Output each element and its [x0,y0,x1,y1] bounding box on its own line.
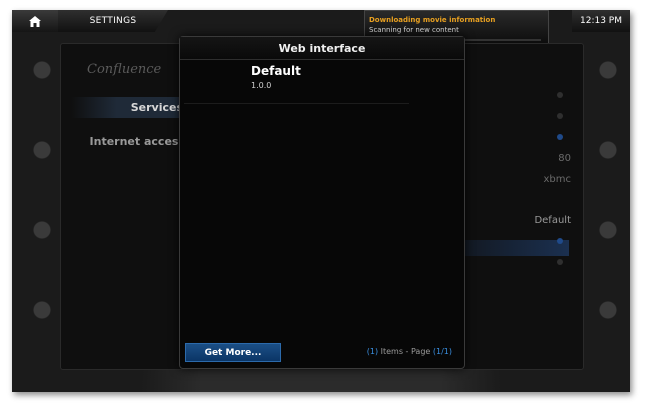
item-version: 1.0.0 [251,81,272,90]
home-button[interactable] [12,10,59,32]
item-name: Default [251,64,301,78]
counter-mid: Items - Page [378,347,433,356]
item-counter: (1) Items - Page (1/1) [367,347,452,356]
toggle-indicator[interactable] [557,238,563,244]
web-interface-value[interactable]: Default [511,215,571,226]
page-close: ) [448,347,452,356]
dialog-title: Web interface [180,37,464,60]
toggle-indicator[interactable] [557,134,563,140]
list-item[interactable]: Default 1.0.0 [184,63,409,104]
get-more-button[interactable]: Get More... [185,343,281,362]
port-value[interactable]: 80 [511,153,571,164]
toggle-indicator[interactable] [557,92,563,98]
page-indicator: 1/1 [436,347,449,356]
category-internet-access[interactable]: Internet access [90,135,185,148]
web-interface-dialog: Web interface Default 1.0.0 Get More... … [179,36,465,369]
toggle-indicator[interactable] [557,113,563,119]
clock: 12:13 PM [572,10,630,32]
skin-logo: Confluence [87,62,162,77]
notification-title: Downloading movie information [369,16,496,24]
category-services[interactable]: Services [70,97,185,118]
toggle-indicator[interactable] [557,259,563,265]
home-icon [29,15,41,27]
notification-message: Scanning for new content [369,26,459,34]
app-window: SETTINGS Downloading movie information S… [12,10,630,392]
page-title: SETTINGS [58,10,168,32]
username-value[interactable]: xbmc [511,174,571,185]
